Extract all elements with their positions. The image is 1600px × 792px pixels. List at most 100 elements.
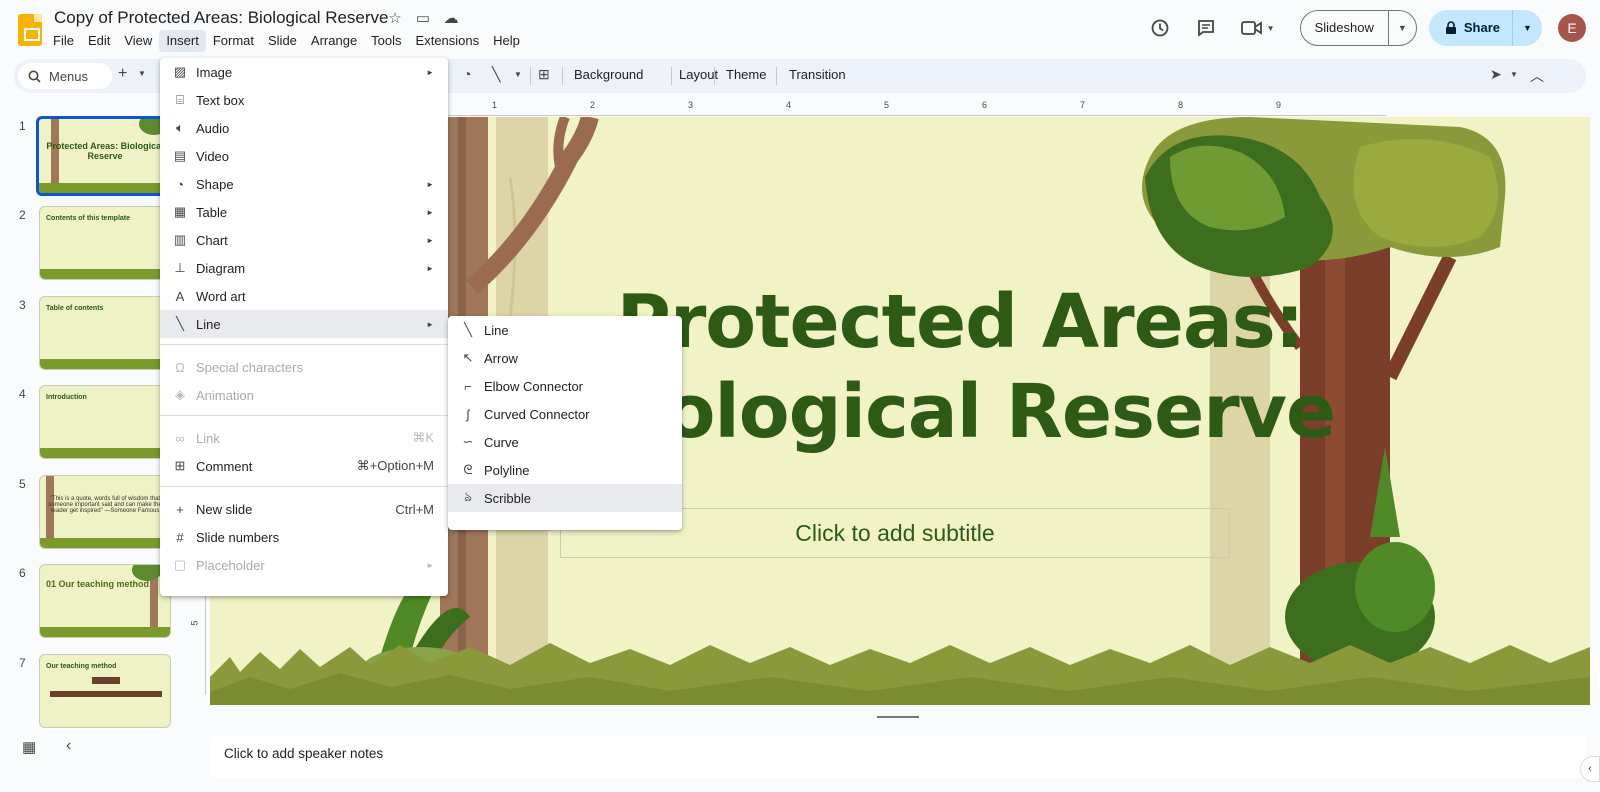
menu-file[interactable]: File [46,30,81,52]
new-slide-dropdown-icon[interactable]: ▼ [138,69,146,78]
menu-extensions[interactable]: Extensions [409,30,487,52]
menu-slide[interactable]: Slide [261,30,304,52]
menu-tools[interactable]: Tools [364,30,408,52]
menu-item-label: Line [484,322,509,338]
menu-help[interactable]: Help [486,30,527,52]
placeholder-icon: ▢ [173,557,187,572]
submenu-item-elbow-connector[interactable]: ⌐ Elbow Connector [448,372,682,400]
horizontal-ruler[interactable]: 1 2 3 4 5 6 7 8 9 [446,100,1386,116]
diagram-icon: ⊥ [174,260,186,275]
line-icon: ╲ [176,316,184,331]
slide-number: 7 [19,656,26,670]
select-tool-icon[interactable]: ➤ [1490,66,1502,83]
slideshow-button[interactable]: Slideshow [1301,11,1388,45]
menu-item-label: Animation [196,387,254,403]
menu-insert[interactable]: Insert [159,30,206,52]
comments-icon[interactable] [1188,10,1224,46]
side-panel-toggle-icon[interactable]: ‹ [1580,756,1600,782]
speaker-notes[interactable]: Click to add speaker notes [210,736,1586,778]
share-button[interactable]: Share [1429,10,1512,46]
background-button[interactable]: Background [574,67,643,82]
move-folder-icon[interactable]: ▭ [414,9,432,27]
menu-item-slide-numbers[interactable]: # Slide numbers [160,523,448,551]
slide-thumbnail[interactable]: Table of contents [39,296,171,370]
theme-button[interactable]: Theme [726,67,766,82]
meet-icon[interactable]: ▼ [1234,10,1282,46]
thumb-title: Table of contents [46,305,104,312]
shape-icon[interactable]: ◔ [463,66,471,82]
plus-icon: + [176,501,184,517]
slideshow-dropdown-icon[interactable]: ▼ [1387,11,1416,45]
menu-item-diagram[interactable]: ⊥ Diagram ► [160,254,448,282]
slide-thumbnail[interactable]: Introduction [39,385,171,459]
slides-logo-icon[interactable] [18,14,42,46]
menu-item-chart[interactable]: ▥ Chart ► [160,226,448,254]
thumb-title: Our teaching method [46,663,117,670]
collapse-toolbar-icon[interactable]: ︿ [1530,66,1544,86]
menus-search[interactable]: Menus [18,63,112,89]
menu-arrange[interactable]: Arrange [304,30,364,52]
elbow-connector-icon: ⌐ [464,378,472,394]
slide-thumbnail[interactable]: "This is a quote, words full of wisdom t… [39,475,171,549]
menu-item-line[interactable]: ╲ Line ► [160,310,448,338]
select-tool-dropdown-icon[interactable]: ▼ [1510,70,1518,79]
slide-thumbnail[interactable]: Our teaching method [39,654,171,728]
menu-item-placeholder[interactable]: ▢ Placeholder ► [160,551,448,579]
menu-item-audio[interactable]: 🔈︎ Audio [160,114,448,142]
share-dropdown-icon[interactable]: ▼ [1512,10,1542,46]
new-slide-icon[interactable]: + [118,65,127,83]
layout-button[interactable]: Layout [679,67,718,82]
polyline-icon: ᘓ [463,462,473,477]
line-tool-dropdown-icon[interactable]: ▼ [514,70,522,79]
arrow-icon: ↖ [462,350,474,365]
menus-search-label: Menus [49,68,89,84]
transition-button[interactable]: Transition [789,67,846,82]
insert-comment-icon[interactable]: ⊞ [538,66,550,83]
menu-item-table[interactable]: ▦ Table ► [160,198,448,226]
line-tool-icon[interactable]: ╲ [492,66,500,83]
toolbar-divider [776,67,777,85]
menu-item-new-slide[interactable]: + New slide Ctrl+M [160,495,448,523]
curved-connector-icon: ʃ [466,406,470,422]
menu-item-link[interactable]: ∞ Link ⌘K [160,424,448,452]
submenu-item-scribble[interactable]: ঌ Scribble [448,484,682,512]
omega-icon: Ω [175,359,185,375]
grid-view-icon[interactable]: ▦ [22,738,36,756]
menu-item-shape[interactable]: ◔ Shape ► [160,170,448,198]
menu-view[interactable]: View [117,30,159,52]
menu-divider [160,344,448,345]
avatar[interactable]: E [1558,14,1586,42]
slide-thumbnail[interactable]: Protected Areas: Biological Reserve [36,116,174,196]
submenu-item-curved-connector[interactable]: ʃ Curved Connector [448,400,682,428]
menu-item-word-art[interactable]: A Word art [160,282,448,310]
menu-item-animation[interactable]: ◈ Animation [160,381,448,409]
document-title[interactable]: Copy of Protected Areas: Biological Rese… [54,8,389,28]
menu-edit[interactable]: Edit [81,30,117,52]
submenu-item-curve[interactable]: ∽ Curve [448,428,682,456]
submenu-arrow-icon: ► [426,560,434,570]
star-icon[interactable]: ☆ [386,9,404,27]
submenu-item-arrow[interactable]: ↖ Arrow [448,344,682,372]
submenu-item-polyline[interactable]: ᘓ Polyline [448,456,682,484]
cloud-saved-icon[interactable]: ☁ [442,9,460,27]
menu-item-label: Slide numbers [196,529,280,545]
menu-item-comment[interactable]: ⊞ Comment ⌘+Option+M [160,452,448,480]
version-history-icon[interactable] [1142,10,1178,46]
collapse-filmstrip-icon[interactable]: ‹ [66,737,71,755]
menu-item-video[interactable]: ▤ Video [160,142,448,170]
menu-item-special-characters[interactable]: Ω Special characters [160,353,448,381]
slide-thumbnail[interactable]: Contents of this template [39,206,171,280]
notes-resize-handle[interactable] [877,716,919,718]
ruler-tick-label: 2 [590,100,596,110]
filmstrip: 1 Protected Areas: Biological Reserve 2 … [0,108,180,728]
menu-format[interactable]: Format [206,30,261,52]
menu-item-label: Scribble [484,490,531,506]
text-box-icon: ⌸ [176,92,184,107]
slide-thumbnail[interactable]: 01 Our teaching method [39,564,171,638]
thumb-grass [40,538,170,548]
submenu-item-line[interactable]: ╲ Line [448,316,682,344]
slide-number: 4 [19,387,26,401]
slide-number: 6 [19,566,26,580]
menu-item-text-box[interactable]: ⌸ Text box [160,86,448,114]
menu-item-image[interactable]: ▨ Image ► [160,58,448,86]
